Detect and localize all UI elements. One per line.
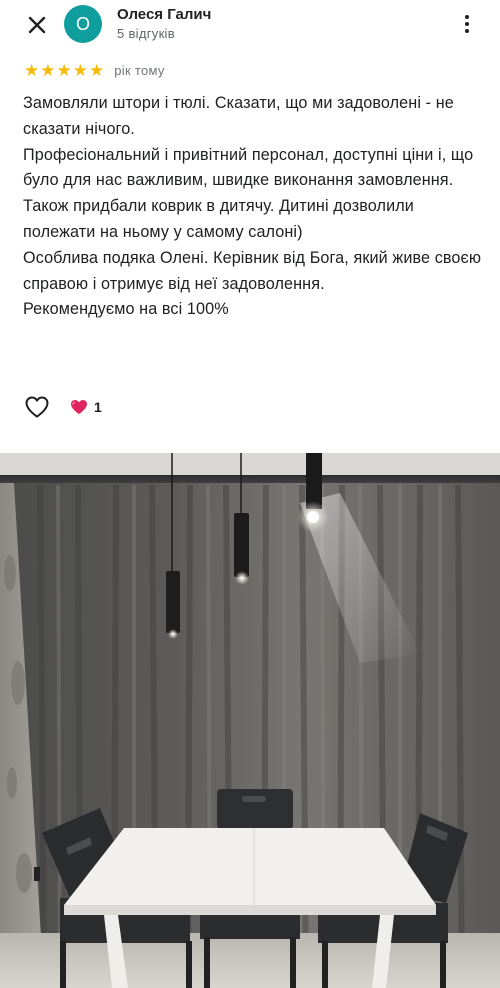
photo-image (0, 453, 500, 988)
star-icon: ★ (72, 60, 88, 80)
close-button[interactable] (22, 10, 52, 40)
star-rating: ★ ★ ★ ★ ★ (24, 62, 104, 79)
rating-row: ★ ★ ★ ★ ★ рік тому (24, 60, 165, 80)
like-button[interactable] (24, 395, 50, 419)
review-photo[interactable] (0, 453, 500, 988)
more-vert-icon (465, 15, 469, 33)
heart-outline-icon (25, 396, 49, 418)
reviews-count: 5 відгуків (117, 26, 175, 41)
author-name[interactable]: Олеся Галич (117, 6, 211, 23)
star-icon: ★ (56, 60, 72, 80)
reaction-summary[interactable]: 1 (70, 399, 102, 415)
review-text: Замовляли штори і тюлі. Сказати, що ми з… (23, 94, 482, 319)
close-icon (28, 16, 46, 34)
review-header: О Олеся Галич 5 відгуків (0, 0, 500, 56)
review-actions: 1 (24, 394, 102, 420)
review-date: рік тому (114, 62, 165, 78)
star-icon: ★ (89, 60, 105, 80)
star-icon: ★ (24, 60, 40, 80)
star-icon: ★ (40, 60, 56, 80)
more-options-button[interactable] (456, 13, 478, 35)
heart-filled-icon (71, 400, 87, 414)
avatar[interactable]: О (64, 5, 102, 43)
reaction-count: 1 (94, 399, 102, 415)
